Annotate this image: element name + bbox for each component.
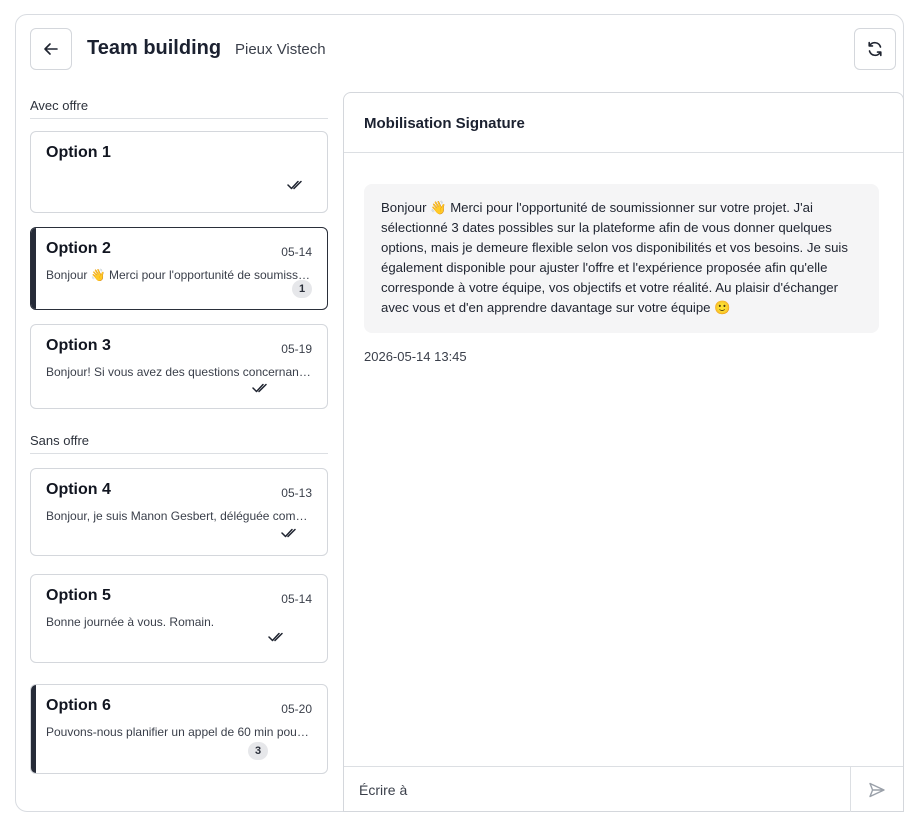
option-date: 05-14 bbox=[281, 245, 312, 259]
refresh-icon bbox=[868, 41, 882, 57]
conversation-header-divider bbox=[344, 152, 903, 153]
double-check-icon bbox=[281, 528, 296, 538]
unread-indicator bbox=[31, 685, 36, 773]
option-preview: Bonjour 👋 Merci pour l'opportunité de so… bbox=[46, 268, 311, 282]
option-date: 05-13 bbox=[281, 486, 312, 500]
unread-count-badge: 1 bbox=[292, 280, 312, 298]
option-preview: Bonne journée à vous. Romain. bbox=[46, 615, 215, 629]
option-card-6[interactable]: Option 6 05-20 Pouvons-nous planifier un… bbox=[30, 684, 328, 774]
refresh-button[interactable] bbox=[854, 28, 896, 70]
option-title: Option 2 bbox=[46, 240, 111, 257]
option-title: Option 4 bbox=[46, 481, 111, 498]
message-text: Bonjour 👋 Merci pour l'opportunité de so… bbox=[381, 200, 848, 315]
option-card-2[interactable]: Option 2 05-14 Bonjour 👋 Merci pour l'op… bbox=[30, 227, 328, 310]
send-button[interactable] bbox=[851, 767, 903, 812]
section-divider bbox=[30, 118, 328, 119]
option-title: Option 3 bbox=[46, 337, 111, 354]
option-card-1[interactable]: Option 1 bbox=[30, 131, 328, 213]
option-date: 05-14 bbox=[281, 592, 312, 606]
unread-count-badge: 3 bbox=[248, 742, 268, 760]
option-title: Option 1 bbox=[46, 144, 111, 161]
option-card-4[interactable]: Option 4 05-13 Bonjour, je suis Manon Ge… bbox=[30, 468, 328, 556]
option-title: Option 5 bbox=[46, 587, 111, 604]
company-name: Pieux Vistech bbox=[235, 41, 326, 58]
app-frame: Team building Pieux Vistech Avec offre O… bbox=[15, 14, 904, 812]
option-preview: Bonjour, je suis Manon Gesbert, déléguée… bbox=[46, 509, 311, 523]
option-preview: Pouvons-nous planifier un appel de 60 mi… bbox=[46, 725, 311, 739]
message-input[interactable] bbox=[344, 767, 850, 812]
double-check-icon bbox=[287, 180, 302, 190]
option-date: 05-20 bbox=[281, 702, 312, 716]
message-timestamp: 2026-05-14 13:45 bbox=[364, 349, 467, 364]
conversation-panel: Mobilisation Signature Bonjour 👋 Merci p… bbox=[343, 92, 904, 812]
option-card-3[interactable]: Option 3 05-19 Bonjour! Si vous avez des… bbox=[30, 324, 328, 409]
selected-indicator bbox=[31, 228, 36, 309]
back-button[interactable] bbox=[30, 28, 72, 70]
message-bubble: Bonjour 👋 Merci pour l'opportunité de so… bbox=[364, 184, 879, 333]
section-label-without-offer: Sans offre bbox=[30, 433, 90, 448]
option-card-5[interactable]: Option 5 05-14 Bonne journée à vous. Rom… bbox=[30, 574, 328, 663]
arrow-left-icon bbox=[44, 43, 58, 55]
section-label-with-offer: Avec offre bbox=[30, 98, 89, 113]
option-title: Option 6 bbox=[46, 697, 111, 714]
send-icon bbox=[869, 782, 885, 797]
section-divider bbox=[30, 453, 328, 454]
double-check-icon bbox=[268, 632, 283, 642]
double-check-icon bbox=[252, 383, 267, 393]
option-date: 05-19 bbox=[281, 342, 312, 356]
conversation-title: Mobilisation Signature bbox=[364, 115, 525, 132]
option-preview: Bonjour! Si vous avez des questions conc… bbox=[46, 365, 311, 379]
page-title: Team building bbox=[87, 37, 222, 59]
